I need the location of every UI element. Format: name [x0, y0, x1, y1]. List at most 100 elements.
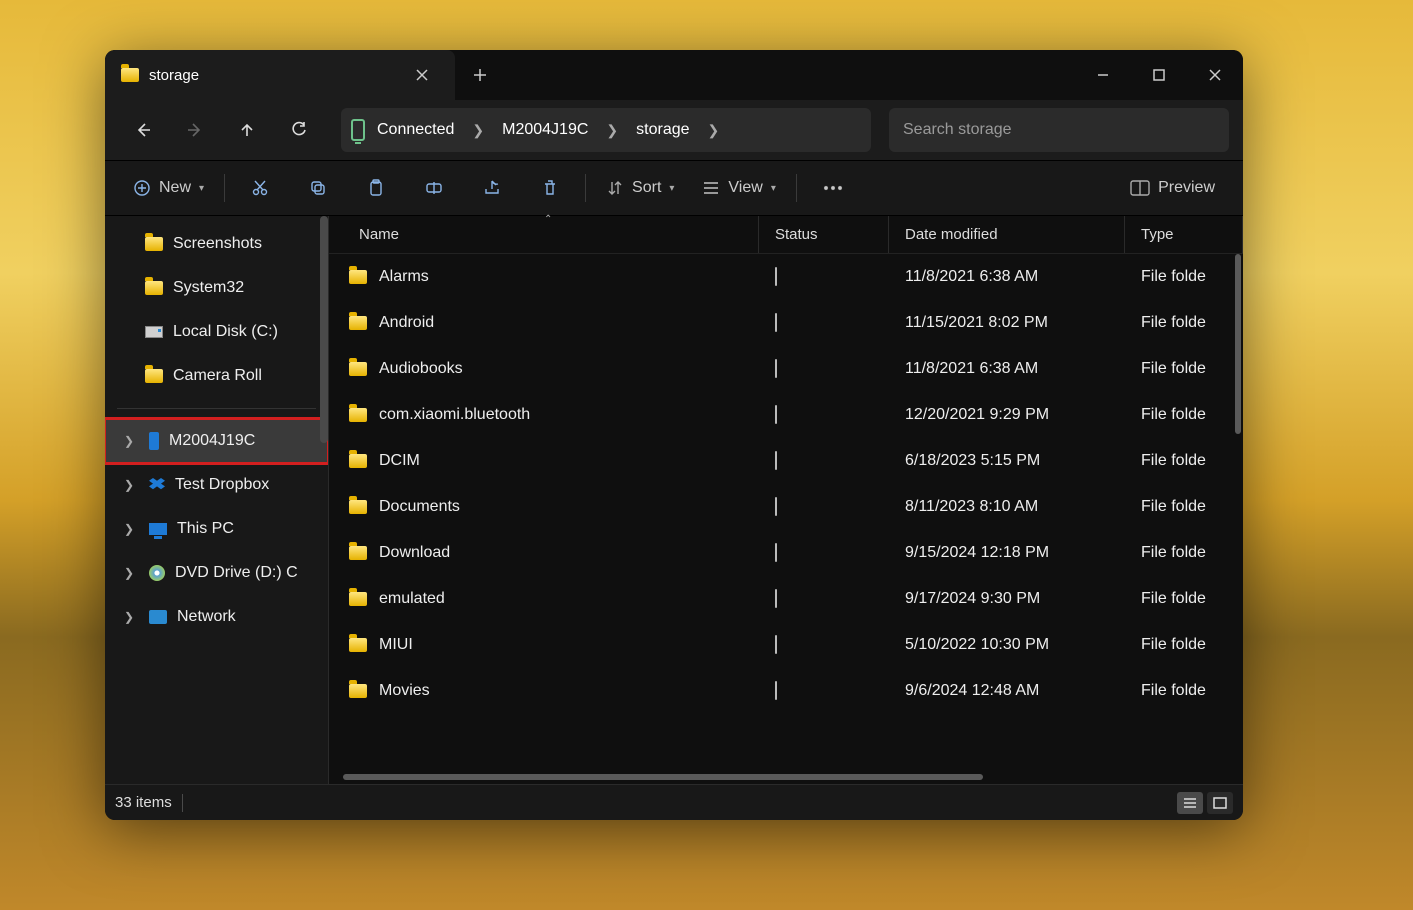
disc-icon	[149, 565, 165, 581]
breadcrumb-item-2[interactable]: storage	[630, 121, 695, 139]
minimize-button[interactable]	[1075, 50, 1131, 100]
chevron-right-icon[interactable]: ❯	[119, 522, 139, 536]
paste-button[interactable]	[347, 170, 405, 206]
sidebar-item-this-pc[interactable]: ❯ This PC	[105, 507, 328, 551]
file-date: 5/10/2022 10:30 PM	[889, 636, 1125, 654]
breadcrumb-item-0[interactable]: Connected	[371, 121, 460, 139]
folder-icon	[349, 546, 367, 560]
phone-icon	[149, 432, 159, 450]
new-button[interactable]: New ▾	[119, 170, 218, 206]
folder-icon	[349, 500, 367, 514]
sidebar-item-dvd[interactable]: ❯ DVD Drive (D:) C	[105, 551, 328, 595]
file-date: 12/20/2021 9:29 PM	[889, 406, 1125, 424]
item-count: 33 items	[115, 794, 172, 811]
pc-icon	[149, 523, 167, 535]
file-type: File folde	[1125, 406, 1243, 424]
folder-icon	[145, 237, 163, 251]
file-name: com.xiaomi.bluetooth	[379, 406, 530, 424]
file-date: 6/18/2023 5:15 PM	[889, 452, 1125, 470]
rename-button[interactable]	[405, 170, 463, 206]
close-window-button[interactable]	[1187, 50, 1243, 100]
status-icon	[775, 589, 777, 608]
sidebar-item-device[interactable]: ❯ M2004J19C	[105, 419, 328, 463]
table-row[interactable]: Download 9/15/2024 12:18 PMFile folde	[329, 530, 1243, 576]
preview-button[interactable]: Preview	[1116, 170, 1229, 206]
share-button[interactable]	[463, 170, 521, 206]
copy-button[interactable]	[289, 170, 347, 206]
table-row[interactable]: emulated9/17/2024 9:30 PMFile folde	[329, 576, 1243, 622]
sidebar-item-screenshots[interactable]: Screenshots	[105, 222, 328, 266]
file-type: File folde	[1125, 590, 1243, 608]
cut-button[interactable]	[231, 170, 289, 206]
sidebar-scrollbar[interactable]	[320, 216, 328, 443]
horizontal-scrollbar[interactable]	[343, 770, 1243, 784]
chevron-right-icon[interactable]: ❯	[119, 478, 139, 492]
table-row[interactable]: Audiobooks11/8/2021 6:38 AMFile folde	[329, 346, 1243, 392]
toolbar: New ▾ Sort ▾ View ▾	[105, 160, 1243, 216]
table-row[interactable]: Alarms11/8/2021 6:38 AMFile folde	[329, 254, 1243, 300]
refresh-button[interactable]	[275, 110, 323, 150]
folder-icon	[349, 316, 367, 330]
file-date: 8/11/2023 8:10 AM	[889, 498, 1125, 516]
sidebar-item-system32[interactable]: System32	[105, 266, 328, 310]
new-tab-button[interactable]	[455, 50, 505, 100]
tab-active[interactable]: storage	[105, 50, 455, 100]
chevron-right-icon[interactable]: ❯	[119, 434, 139, 448]
sidebar-item-network[interactable]: ❯ Network	[105, 595, 328, 639]
file-name: DCIM	[379, 452, 420, 470]
device-icon	[351, 119, 365, 141]
chevron-right-icon[interactable]: ❯	[600, 122, 624, 139]
folder-icon	[121, 68, 139, 82]
sidebar-item-local-disk[interactable]: Local Disk (C:)	[105, 310, 328, 354]
network-icon	[149, 610, 167, 624]
folder-icon	[349, 408, 367, 422]
column-header-type[interactable]: Type	[1125, 216, 1243, 253]
folder-icon	[349, 684, 367, 698]
chevron-down-icon: ▾	[771, 183, 776, 194]
up-button[interactable]	[223, 110, 271, 150]
table-row[interactable]: MIUI5/10/2022 10:30 PMFile folde	[329, 622, 1243, 668]
table-row[interactable]: DCIM6/18/2023 5:15 PMFile folde	[329, 438, 1243, 484]
chevron-right-icon[interactable]: ❯	[702, 122, 726, 139]
vertical-scrollbar[interactable]	[1235, 254, 1241, 434]
maximize-button[interactable]	[1131, 50, 1187, 100]
chevron-right-icon[interactable]: ❯	[466, 122, 490, 139]
chevron-right-icon[interactable]: ❯	[119, 610, 139, 624]
disk-icon	[145, 326, 163, 338]
status-icon	[775, 313, 777, 332]
delete-button[interactable]	[521, 170, 579, 206]
sidebar-item-camera-roll[interactable]: Camera Roll	[105, 354, 328, 398]
view-button[interactable]: View ▾	[688, 170, 789, 206]
tab-close-button[interactable]	[405, 69, 439, 81]
column-header-status[interactable]: Status	[759, 216, 889, 253]
file-date: 9/15/2024 12:18 PM	[889, 544, 1125, 562]
divider	[796, 174, 797, 202]
search-placeholder: Search storage	[903, 121, 1012, 139]
breadcrumb-item-1[interactable]: M2004J19C	[496, 121, 594, 139]
thumbnails-view-button[interactable]	[1207, 792, 1233, 814]
details-view-button[interactable]	[1177, 792, 1203, 814]
file-type: File folde	[1125, 544, 1243, 562]
table-row[interactable]: Android11/15/2021 8:02 PMFile folde	[329, 300, 1243, 346]
file-date: 9/6/2024 12:48 AM	[889, 682, 1125, 700]
table-row[interactable]: Documents8/11/2023 8:10 AMFile folde	[329, 484, 1243, 530]
sort-button[interactable]: Sort ▾	[592, 170, 688, 206]
search-input[interactable]: Search storage	[889, 108, 1229, 152]
table-row[interactable]: com.xiaomi.bluetooth 12/20/2021 9:29 PMFi…	[329, 392, 1243, 438]
breadcrumb[interactable]: Connected ❯ M2004J19C ❯ storage ❯	[341, 108, 871, 152]
divider	[224, 174, 225, 202]
file-name: Download	[379, 544, 450, 562]
view-toggle	[1177, 792, 1233, 814]
explorer-window: storage	[105, 50, 1243, 820]
table-row[interactable]: Movies9/6/2024 12:48 AMFile folde	[329, 668, 1243, 714]
column-header-date[interactable]: Date modified	[889, 216, 1125, 253]
forward-button[interactable]	[171, 110, 219, 150]
file-type: File folde	[1125, 360, 1243, 378]
sidebar-item-dropbox[interactable]: ❯ Test Dropbox	[105, 463, 328, 507]
status-icon	[775, 267, 777, 286]
back-button[interactable]	[119, 110, 167, 150]
file-name: Movies	[379, 682, 430, 700]
file-name: Alarms	[379, 268, 429, 286]
more-button[interactable]	[803, 170, 863, 206]
chevron-right-icon[interactable]: ❯	[119, 566, 139, 580]
